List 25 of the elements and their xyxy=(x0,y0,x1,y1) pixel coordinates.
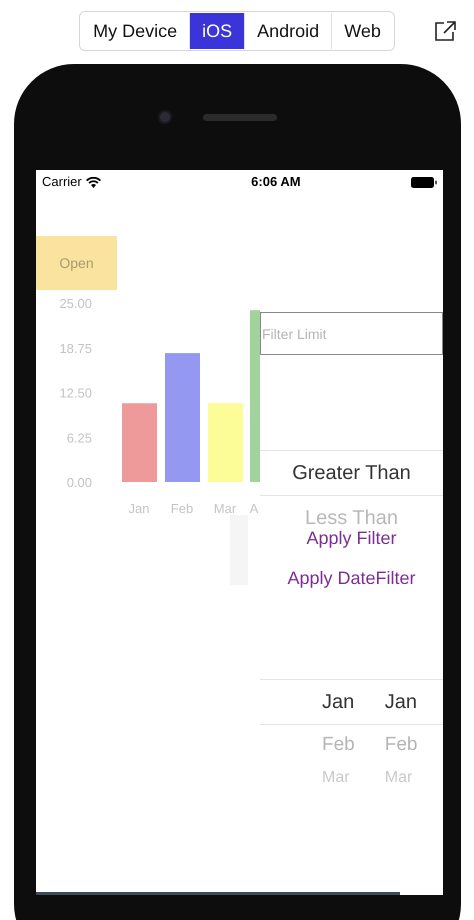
external-link-icon[interactable] xyxy=(434,20,458,42)
filter-limit-field[interactable]: Filter Limit xyxy=(260,312,443,355)
legend-item: Open xyxy=(36,236,117,290)
platform-tab[interactable]: My Device xyxy=(81,13,190,49)
axis-category-label: Feb xyxy=(170,501,194,516)
axis-category-label: Mar xyxy=(214,501,236,516)
axis-tick-label: 12.50 xyxy=(59,386,92,400)
wifi-icon xyxy=(86,176,101,188)
axis-tick-label: 18.75 xyxy=(59,340,92,356)
picker-option[interactable]: Greater Than xyxy=(260,450,443,496)
filter-button[interactable]: Apply DateFilter xyxy=(260,565,443,589)
axis-tick-label: 6.25 xyxy=(66,430,92,446)
platform-tab[interactable]: Web xyxy=(331,13,393,49)
date-picker-item[interactable]: Jan xyxy=(384,679,417,725)
status-time: 6:06 AM xyxy=(251,173,301,192)
battery-icon xyxy=(410,176,437,188)
axis-tick-label: 0.00 xyxy=(66,475,92,490)
axis-category-label: A xyxy=(250,501,258,516)
platform-tab[interactable]: Android xyxy=(244,13,332,49)
axis-tick-label: 25.00 xyxy=(59,296,92,311)
camera-icon xyxy=(158,110,172,124)
carrier-label: Carrier xyxy=(42,173,82,192)
platform-tab[interactable]: iOS xyxy=(189,13,244,49)
axis-category-label: Jan xyxy=(128,501,150,516)
date-picker-item[interactable]: Jan xyxy=(322,679,354,725)
